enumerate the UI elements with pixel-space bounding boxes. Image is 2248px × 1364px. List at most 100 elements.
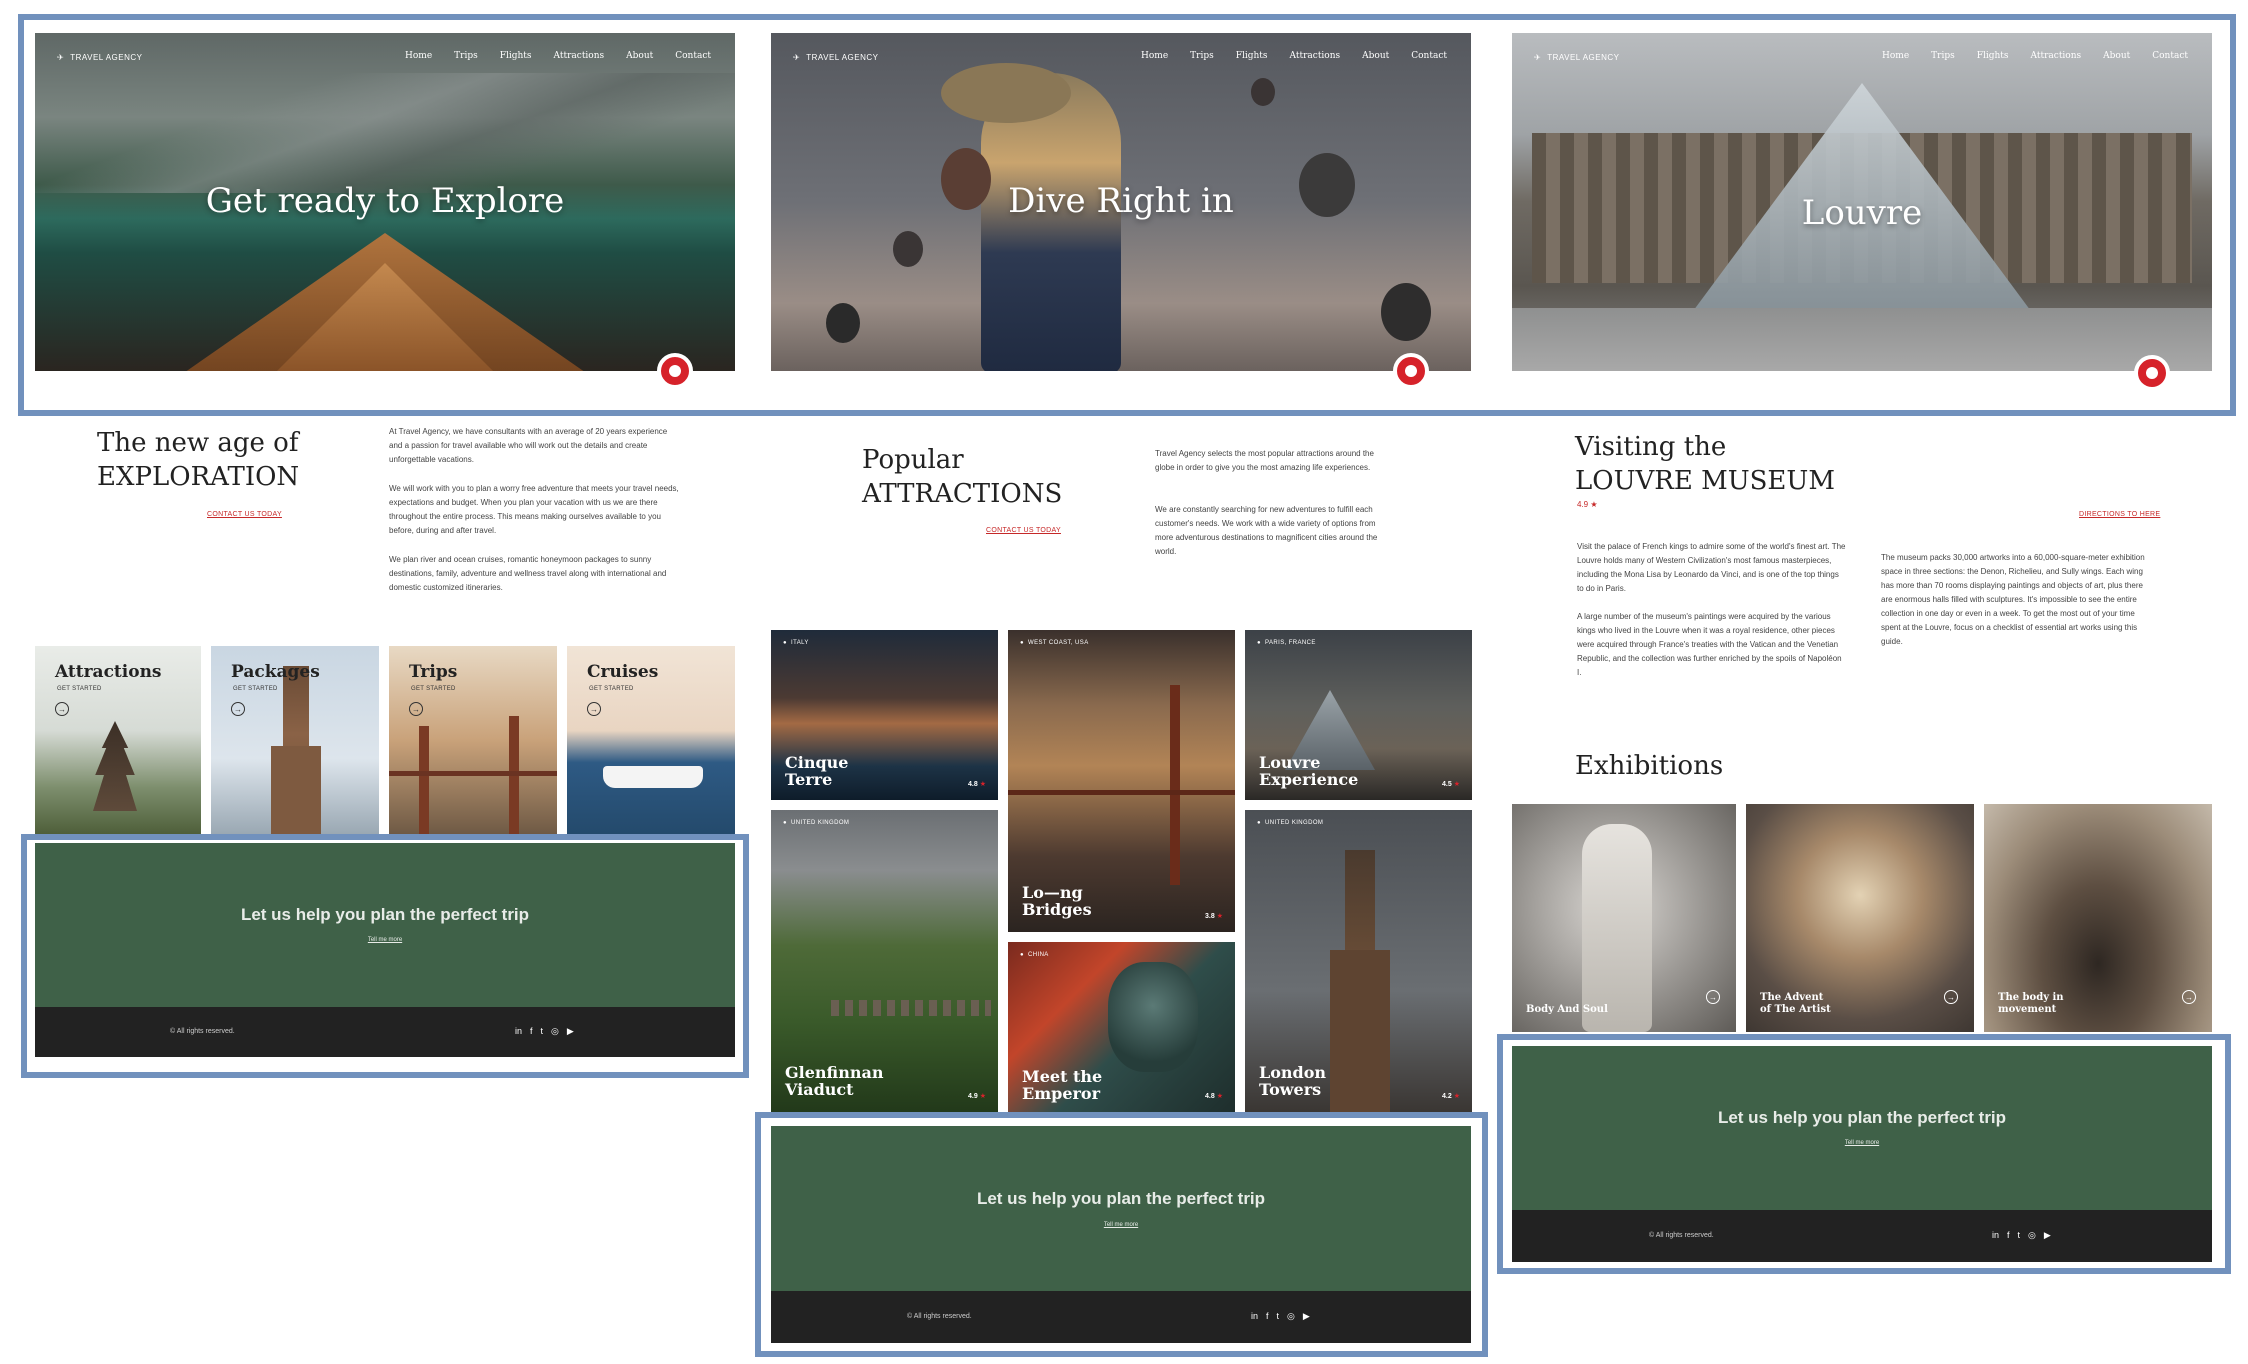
instagram-icon[interactable]: ◎ (551, 1026, 559, 1037)
nav-flights[interactable]: Flights (1977, 51, 2009, 61)
exhibition-card-body-in-movement[interactable]: The body in movement → (1984, 804, 2212, 1032)
instagram-icon[interactable]: ◎ (2028, 1230, 2036, 1241)
nav-attractions[interactable]: Attractions (554, 51, 605, 61)
linkedin-icon[interactable]: in (1992, 1230, 1999, 1241)
nav-attractions[interactable]: Attractions (2031, 51, 2082, 61)
youtube-icon[interactable]: ▶ (567, 1026, 574, 1037)
intro-paragraph-1: Travel Agency selects the most popular a… (1155, 449, 1374, 472)
nav-about[interactable]: About (1362, 51, 1389, 61)
scroll-down-button[interactable] (2134, 355, 2170, 391)
category-title: Packages (231, 662, 320, 682)
copyright: © All rights reserved. (1649, 1232, 1714, 1239)
brand-logo[interactable]: ✈ TRAVEL AGENCY (57, 53, 143, 62)
plane-icon: ✈ (57, 53, 65, 62)
facebook-icon[interactable]: f (1266, 1311, 1269, 1322)
cta-banner: Let us help you plan the perfect trip Te… (771, 1126, 1471, 1291)
star-icon: ★ (1590, 500, 1598, 509)
attraction-card-louvre-experience[interactable]: ● PARIS, FRANCE Louvre Experience 4.5 ★ (1245, 630, 1472, 800)
intro-paragraph-2: We will work with you to plan a worry fr… (389, 484, 679, 535)
arrow-right-icon[interactable]: → (1706, 990, 1720, 1004)
nav-flights[interactable]: Flights (1236, 51, 1268, 61)
facebook-icon[interactable]: f (2007, 1230, 2010, 1241)
twitter-icon[interactable]: t (1277, 1311, 1280, 1322)
directions-link[interactable]: DIRECTIONS TO HERE (2079, 511, 2160, 518)
arrow-right-icon[interactable]: → (55, 702, 69, 716)
arrow-right-icon[interactable]: → (2182, 990, 2196, 1004)
attraction-card-long-bridges[interactable]: ● WEST COAST, USA Lo—ng Bridges 3.8 ★ (1008, 630, 1235, 932)
arrow-right-icon[interactable]: → (587, 702, 601, 716)
attraction-card-london-towers[interactable]: ● UNITED KINGDOM London Towers 4.2 ★ (1245, 810, 1472, 1112)
tell-me-more-link[interactable]: Tell me more (771, 1222, 1471, 1228)
attraction-card-cinque-terre[interactable]: ● ITALY Cinque Terre 4.8 ★ (771, 630, 998, 800)
scroll-down-button[interactable] (657, 353, 693, 389)
category-card-cruises[interactable]: Cruises GET STARTED → (567, 646, 735, 834)
linkedin-icon[interactable]: in (1251, 1311, 1258, 1322)
tell-me-more-link[interactable]: Tell me more (1512, 1140, 2212, 1146)
nav-home[interactable]: Home (1882, 51, 1909, 61)
card-title-line2: Bridges (1022, 900, 1092, 919)
nav-attractions[interactable]: Attractions (1290, 51, 1341, 61)
linkedin-icon[interactable]: in (515, 1026, 522, 1037)
pin-icon: ● (1257, 640, 1262, 646)
category-card-packages[interactable]: Packages GET STARTED → (211, 646, 379, 834)
nav-flights[interactable]: Flights (500, 51, 532, 61)
tell-me-more-link[interactable]: Tell me more (35, 937, 735, 943)
museum-rating: 4.9 ★ (1577, 500, 1598, 509)
hero-title: Dive Right in (1008, 181, 1234, 221)
category-title: Cruises (587, 662, 659, 682)
exhibition-card-advent-of-artist[interactable]: The Advent of The Artist → (1746, 804, 1974, 1032)
exhibition-title-line2: movement (1998, 1004, 2057, 1015)
nav-contact[interactable]: Contact (675, 51, 711, 61)
twitter-icon[interactable]: t (2018, 1230, 2021, 1241)
exhibitions-heading: Exhibitions (1575, 751, 1724, 781)
section-heading-line2: ATTRACTIONS (862, 479, 1063, 509)
location-label: ● PARIS, FRANCE (1257, 640, 1316, 646)
nav-about[interactable]: About (2103, 51, 2130, 61)
instagram-icon[interactable]: ◎ (1287, 1311, 1295, 1322)
category-card-attractions[interactable]: Attractions GET STARTED → (35, 646, 201, 834)
nav-about[interactable]: About (626, 51, 653, 61)
arrow-right-icon[interactable]: → (409, 702, 423, 716)
intro-paragraph-3: We plan river and ocean cruises, romanti… (389, 555, 667, 592)
nav-home[interactable]: Home (1141, 51, 1168, 61)
arrow-right-icon[interactable]: → (231, 702, 245, 716)
intro-paragraph-2: We are constantly searching for new adve… (1155, 505, 1378, 556)
pin-icon: ● (1257, 820, 1262, 826)
location-label: ● ITALY (783, 640, 809, 646)
category-card-trips[interactable]: Trips GET STARTED → (389, 646, 557, 834)
nav-trips[interactable]: Trips (1190, 51, 1214, 61)
pin-icon: ● (1020, 952, 1025, 958)
exhibition-card-body-and-soul[interactable]: Body And Soul → (1512, 804, 1736, 1032)
copyright: © All rights reserved. (907, 1313, 972, 1320)
hero-explore: ✈ TRAVEL AGENCY Home Trips Flights Attrac… (35, 33, 735, 371)
contact-us-link[interactable]: CONTACT US TODAY (986, 527, 1061, 534)
arrow-right-icon[interactable]: → (1944, 990, 1958, 1004)
contact-us-link[interactable]: CONTACT US TODAY (207, 511, 282, 518)
footer: © All rights reserved. in f t ◎ ▶ (35, 1007, 735, 1057)
brand-logo[interactable]: ✈ TRAVEL AGENCY (1534, 53, 1620, 62)
nav-contact[interactable]: Contact (1411, 51, 1447, 61)
twitter-icon[interactable]: t (541, 1026, 544, 1037)
main-nav: Home Trips Flights Attractions About Con… (1882, 51, 2188, 61)
nav-contact[interactable]: Contact (2152, 51, 2188, 61)
nav-trips[interactable]: Trips (1931, 51, 1955, 61)
pin-icon: ● (1020, 640, 1025, 646)
attraction-card-meet-the-emperor[interactable]: ● CHINA Meet the Emperor 4.8 ★ (1008, 942, 1235, 1112)
brand-logo[interactable]: ✈ TRAVEL AGENCY (793, 53, 879, 62)
scroll-down-button[interactable] (1393, 353, 1429, 389)
facebook-icon[interactable]: f (530, 1026, 533, 1037)
nav-trips[interactable]: Trips (454, 51, 478, 61)
attraction-card-glenfinnan[interactable]: ● UNITED KINGDOM Glenfinnan Viaduct 4.9 ★ (771, 810, 998, 1112)
rating: 3.8 ★ (1205, 913, 1223, 920)
footer: © All rights reserved. in f t ◎ ▶ (1512, 1210, 2212, 1262)
youtube-icon[interactable]: ▶ (2044, 1230, 2051, 1241)
star-icon: ★ (1216, 913, 1223, 920)
get-started-label: GET STARTED (233, 686, 278, 692)
rating: 4.8 ★ (1205, 1093, 1223, 1100)
hero-title: Get ready to Explore (205, 181, 565, 221)
category-title: Attractions (55, 662, 162, 682)
plane-icon: ✈ (1534, 53, 1542, 62)
nav-home[interactable]: Home (405, 51, 432, 61)
youtube-icon[interactable]: ▶ (1303, 1311, 1310, 1322)
section-heading-line2: LOUVRE MUSEUM (1575, 466, 1835, 496)
